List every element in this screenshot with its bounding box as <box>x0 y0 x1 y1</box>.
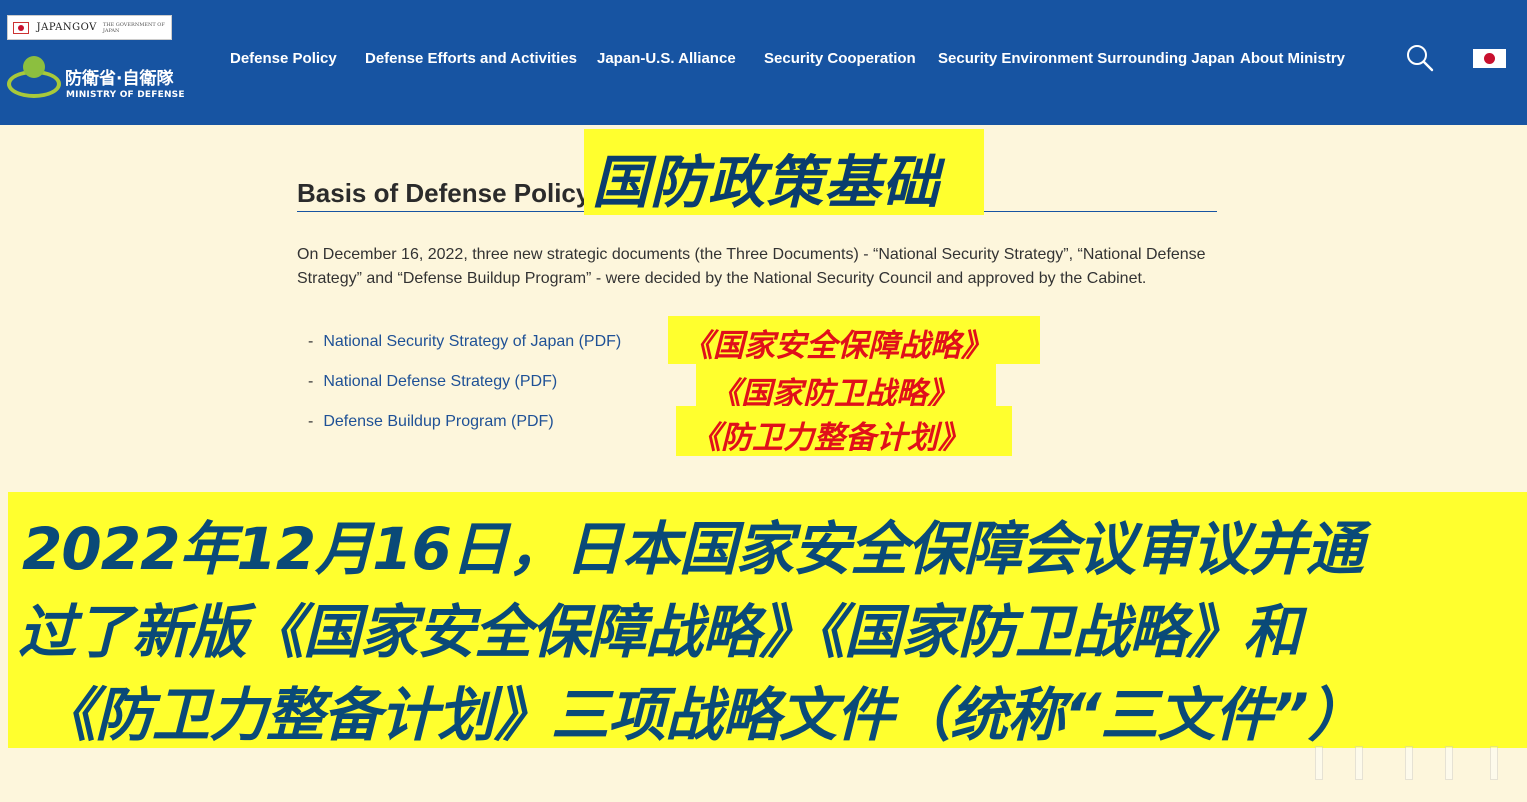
list-dash: - <box>308 373 314 390</box>
overlay-doc-cn-1: 《国家安全保障战略》 <box>668 316 1040 364</box>
doc-link-label[interactable]: National Security Strategy of Japan (PDF… <box>323 333 621 350</box>
overlay-title-highlight: 国防政策基础 <box>584 129 984 216</box>
nav-about-ministry[interactable]: About Ministry <box>1240 50 1345 67</box>
japangov-banner[interactable]: JAPANGOV THE GOVERNMENT OF JAPAN <box>7 15 172 40</box>
japan-flag-icon <box>13 21 29 34</box>
doc-link-label[interactable]: National Defense Strategy (PDF) <box>323 373 557 390</box>
logo-ball-icon <box>23 56 45 78</box>
overlay-doc-cn-text: 《防卫力整备计划》 <box>690 420 969 456</box>
search-icon[interactable] <box>1406 44 1434 72</box>
list-dash: - <box>308 333 314 350</box>
overlay-doc-cn-2: 《国家防卫战略》 <box>696 364 996 412</box>
logo-en-text: MINISTRY OF DEFENSE <box>66 90 185 100</box>
nav-japan-us-alliance[interactable]: Japan-U.S. Alliance <box>597 50 736 67</box>
doc-link-label[interactable]: Defense Buildup Program (PDF) <box>323 413 553 430</box>
caption-line-1: 2022年12月16日，日本国家安全保障会议审议并通 <box>22 515 1364 583</box>
logo-jp-text: 防衛省·自衛隊 <box>65 69 174 89</box>
ministry-logo[interactable]: 防衛省·自衛隊 MINISTRY OF DEFENSE <box>5 52 185 108</box>
intro-paragraph: On December 16, 2022, three new strategi… <box>297 246 1206 287</box>
nav-security-environment[interactable]: Security Environment Surrounding Japan <box>938 50 1235 67</box>
overlay-doc-cn-3: 《防卫力整备计划》 <box>676 406 1012 456</box>
caption-line-3: 《防卫力整备计划》三项战略文件（统称“三文件”） <box>38 681 1366 749</box>
japangov-label: JAPANGOV <box>36 22 97 33</box>
list-dash: - <box>308 413 314 430</box>
watermark-icon <box>1295 742 1515 782</box>
overlay-title-cn: 国防政策基础 <box>592 150 940 216</box>
japangov-sub: THE GOVERNMENT OF JAPAN <box>102 21 165 34</box>
caption-line-2: 过了新版《国家安全保障战略》《国家防卫战略》和 <box>18 598 1301 666</box>
doc-link-defense-buildup-program[interactable]: - Defense Buildup Program (PDF) <box>308 413 554 431</box>
doc-link-national-security-strategy[interactable]: - National Security Strategy of Japan (PD… <box>308 333 621 351</box>
overlay-caption-block: 2022年12月16日，日本国家安全保障会议审议并通 过了新版《国家安全保障战略… <box>8 492 1527 749</box>
page-title: Basis of Defense Policy <box>297 178 591 208</box>
site-header: JAPANGOV THE GOVERNMENT OF JAPAN 防衛省·自衛隊… <box>0 0 1527 125</box>
overlay-doc-cn-text: 《国家安全保障战略》 <box>682 328 992 364</box>
nav-defense-policy[interactable]: Defense Policy <box>230 50 337 67</box>
doc-link-national-defense-strategy[interactable]: - National Defense Strategy (PDF) <box>308 373 557 391</box>
language-flag-button[interactable] <box>1473 49 1506 68</box>
nav-defense-efforts[interactable]: Defense Efforts and Activities <box>365 50 577 67</box>
nav-security-cooperation[interactable]: Security Cooperation <box>764 50 916 67</box>
